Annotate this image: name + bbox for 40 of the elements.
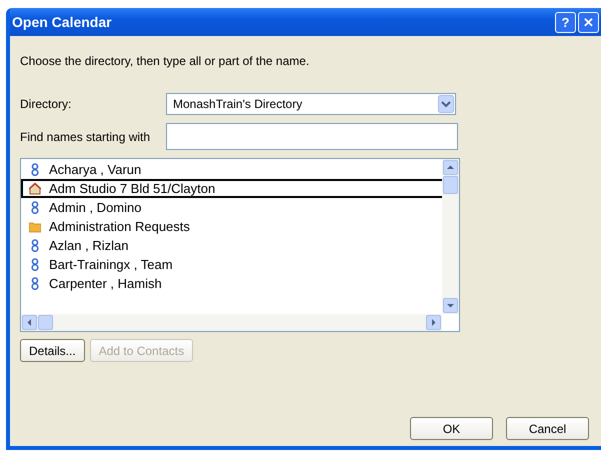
details-button[interactable]: Details... — [20, 339, 85, 362]
person-icon — [29, 258, 41, 271]
name-text: Bart-Trainingx , Team — [49, 257, 173, 272]
name-item[interactable]: Acharya , Varun — [21, 160, 442, 179]
name-item[interactable]: Adm Studio 7 Bld 51/Clayton — [21, 179, 442, 198]
name-text: Adm Studio 7 Bld 51/Clayton — [49, 181, 216, 196]
name-item[interactable]: Administration Requests — [21, 217, 442, 236]
directory-label: Directory: — [20, 97, 72, 111]
right-arrow-icon — [430, 319, 437, 326]
person-icon — [29, 239, 41, 252]
name-text: Acharya , Varun — [49, 162, 142, 177]
name-text: Administration Requests — [49, 219, 190, 234]
cancel-button[interactable]: Cancel — [506, 417, 589, 440]
name-text: Admin , Domino — [49, 200, 142, 215]
instruction-text: Choose the directory, then type all or part of the name. — [20, 54, 310, 68]
person-icon — [29, 277, 41, 290]
name-item[interactable]: Admin , Domino — [21, 198, 442, 217]
close-button[interactable]: ✕ — [578, 12, 599, 32]
left-arrow-icon — [26, 319, 33, 326]
ok-button[interactable]: OK — [410, 417, 493, 440]
scroll-thumb[interactable] — [443, 176, 458, 194]
up-arrow-icon — [447, 164, 454, 171]
person-icon — [29, 201, 41, 214]
find-names-field[interactable] — [166, 123, 458, 150]
scroll-thumb[interactable] — [38, 315, 53, 330]
person-icon — [29, 163, 41, 176]
directory-dropdown[interactable]: MonashTrain's Directory — [166, 93, 456, 115]
find-label: Find names starting with — [20, 130, 152, 144]
name-item[interactable]: Azlan , Rizlan — [21, 236, 442, 255]
help-button[interactable]: ? — [555, 12, 576, 32]
name-item[interactable]: Carpenter , Hamish — [21, 274, 442, 293]
name-text: Azlan , Rizlan — [49, 238, 128, 253]
horizontal-scrollbar[interactable] — [21, 314, 442, 331]
name-text: Carpenter , Hamish — [49, 276, 162, 291]
house-icon — [29, 182, 41, 195]
window-title: Open Calendar — [12, 14, 113, 30]
down-arrow-icon — [447, 302, 454, 309]
name-item[interactable]: Bart-Trainingx , Team — [21, 255, 442, 274]
folder-icon — [29, 220, 41, 233]
vertical-scrollbar[interactable] — [442, 159, 459, 314]
